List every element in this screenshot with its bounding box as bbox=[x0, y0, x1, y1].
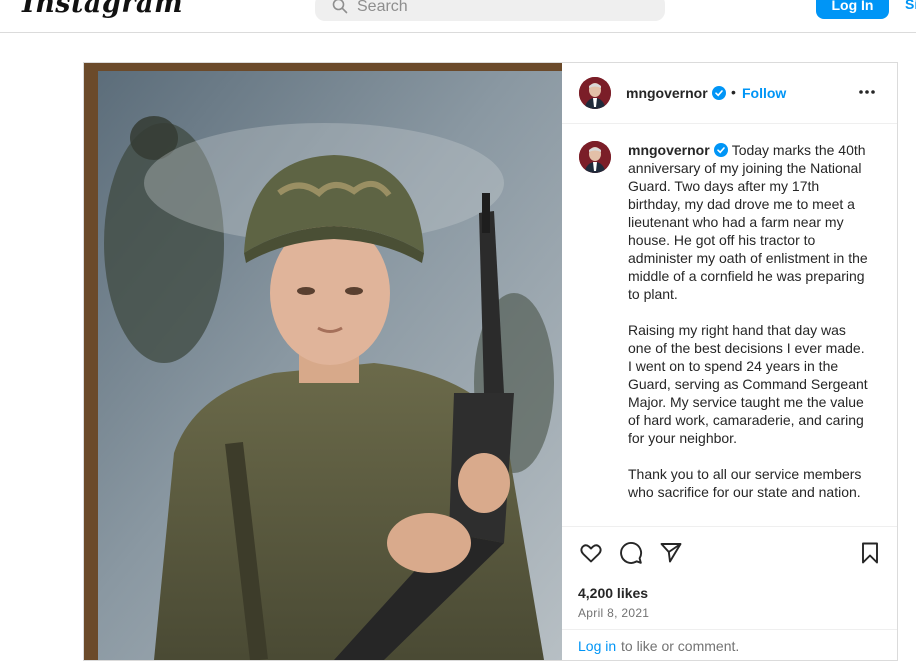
caption-text: Today marks the 40th anniversary of my j… bbox=[628, 142, 868, 302]
caption-username[interactable]: mngovernor bbox=[628, 142, 710, 158]
likes-count[interactable]: 4,200 likes bbox=[578, 585, 648, 601]
heart-icon[interactable] bbox=[579, 541, 603, 565]
share-icon[interactable] bbox=[659, 541, 683, 565]
caption-paragraph: mngovernor Today marks the 40th annivers… bbox=[628, 141, 870, 303]
post-sidebar: mngovernor • Follow mngovernor Today mar… bbox=[562, 63, 897, 660]
post-photo[interactable] bbox=[84, 63, 562, 660]
username-text[interactable]: mngovernor bbox=[626, 85, 708, 101]
caption: mngovernor Today marks the 40th annivers… bbox=[628, 141, 870, 519]
avatar[interactable] bbox=[579, 77, 611, 109]
top-bar: Instagram Log In Sign Up bbox=[0, 0, 916, 33]
comment-prompt: to like or comment. bbox=[621, 638, 740, 654]
follow-button[interactable]: Follow bbox=[742, 85, 786, 101]
search-box[interactable] bbox=[315, 0, 665, 21]
search-input[interactable] bbox=[355, 0, 649, 17]
verified-icon bbox=[713, 143, 728, 157]
login-button[interactable]: Log In bbox=[816, 0, 889, 19]
caption-area: mngovernor Today marks the 40th annivers… bbox=[562, 124, 897, 526]
caption-paragraph: Thank you to all our service members who… bbox=[628, 466, 862, 500]
post-header: mngovernor • Follow bbox=[562, 63, 897, 124]
signup-link[interactable]: Sign Up bbox=[905, 0, 916, 12]
post-card: mngovernor • Follow mngovernor Today mar… bbox=[83, 62, 898, 661]
instagram-logo[interactable]: Instagram bbox=[22, 0, 183, 19]
post-author-username[interactable]: mngovernor bbox=[626, 85, 726, 101]
comment-bar: Log in to like or comment. bbox=[562, 629, 897, 661]
bookmark-icon[interactable] bbox=[858, 541, 882, 565]
comment-login-link[interactable]: Log in bbox=[578, 638, 616, 654]
more-options-icon[interactable] bbox=[858, 89, 876, 95]
separator-dot: • bbox=[731, 84, 736, 100]
comment-icon[interactable] bbox=[619, 541, 643, 565]
verified-icon bbox=[711, 86, 726, 100]
post-date[interactable]: April 8, 2021 bbox=[578, 606, 649, 620]
action-bar: 4,200 likes April 8, 2021 bbox=[562, 526, 897, 630]
caption-avatar[interactable] bbox=[579, 141, 611, 173]
search-icon bbox=[332, 0, 348, 14]
caption-paragraph: Raising my right hand that day was one o… bbox=[628, 322, 868, 446]
